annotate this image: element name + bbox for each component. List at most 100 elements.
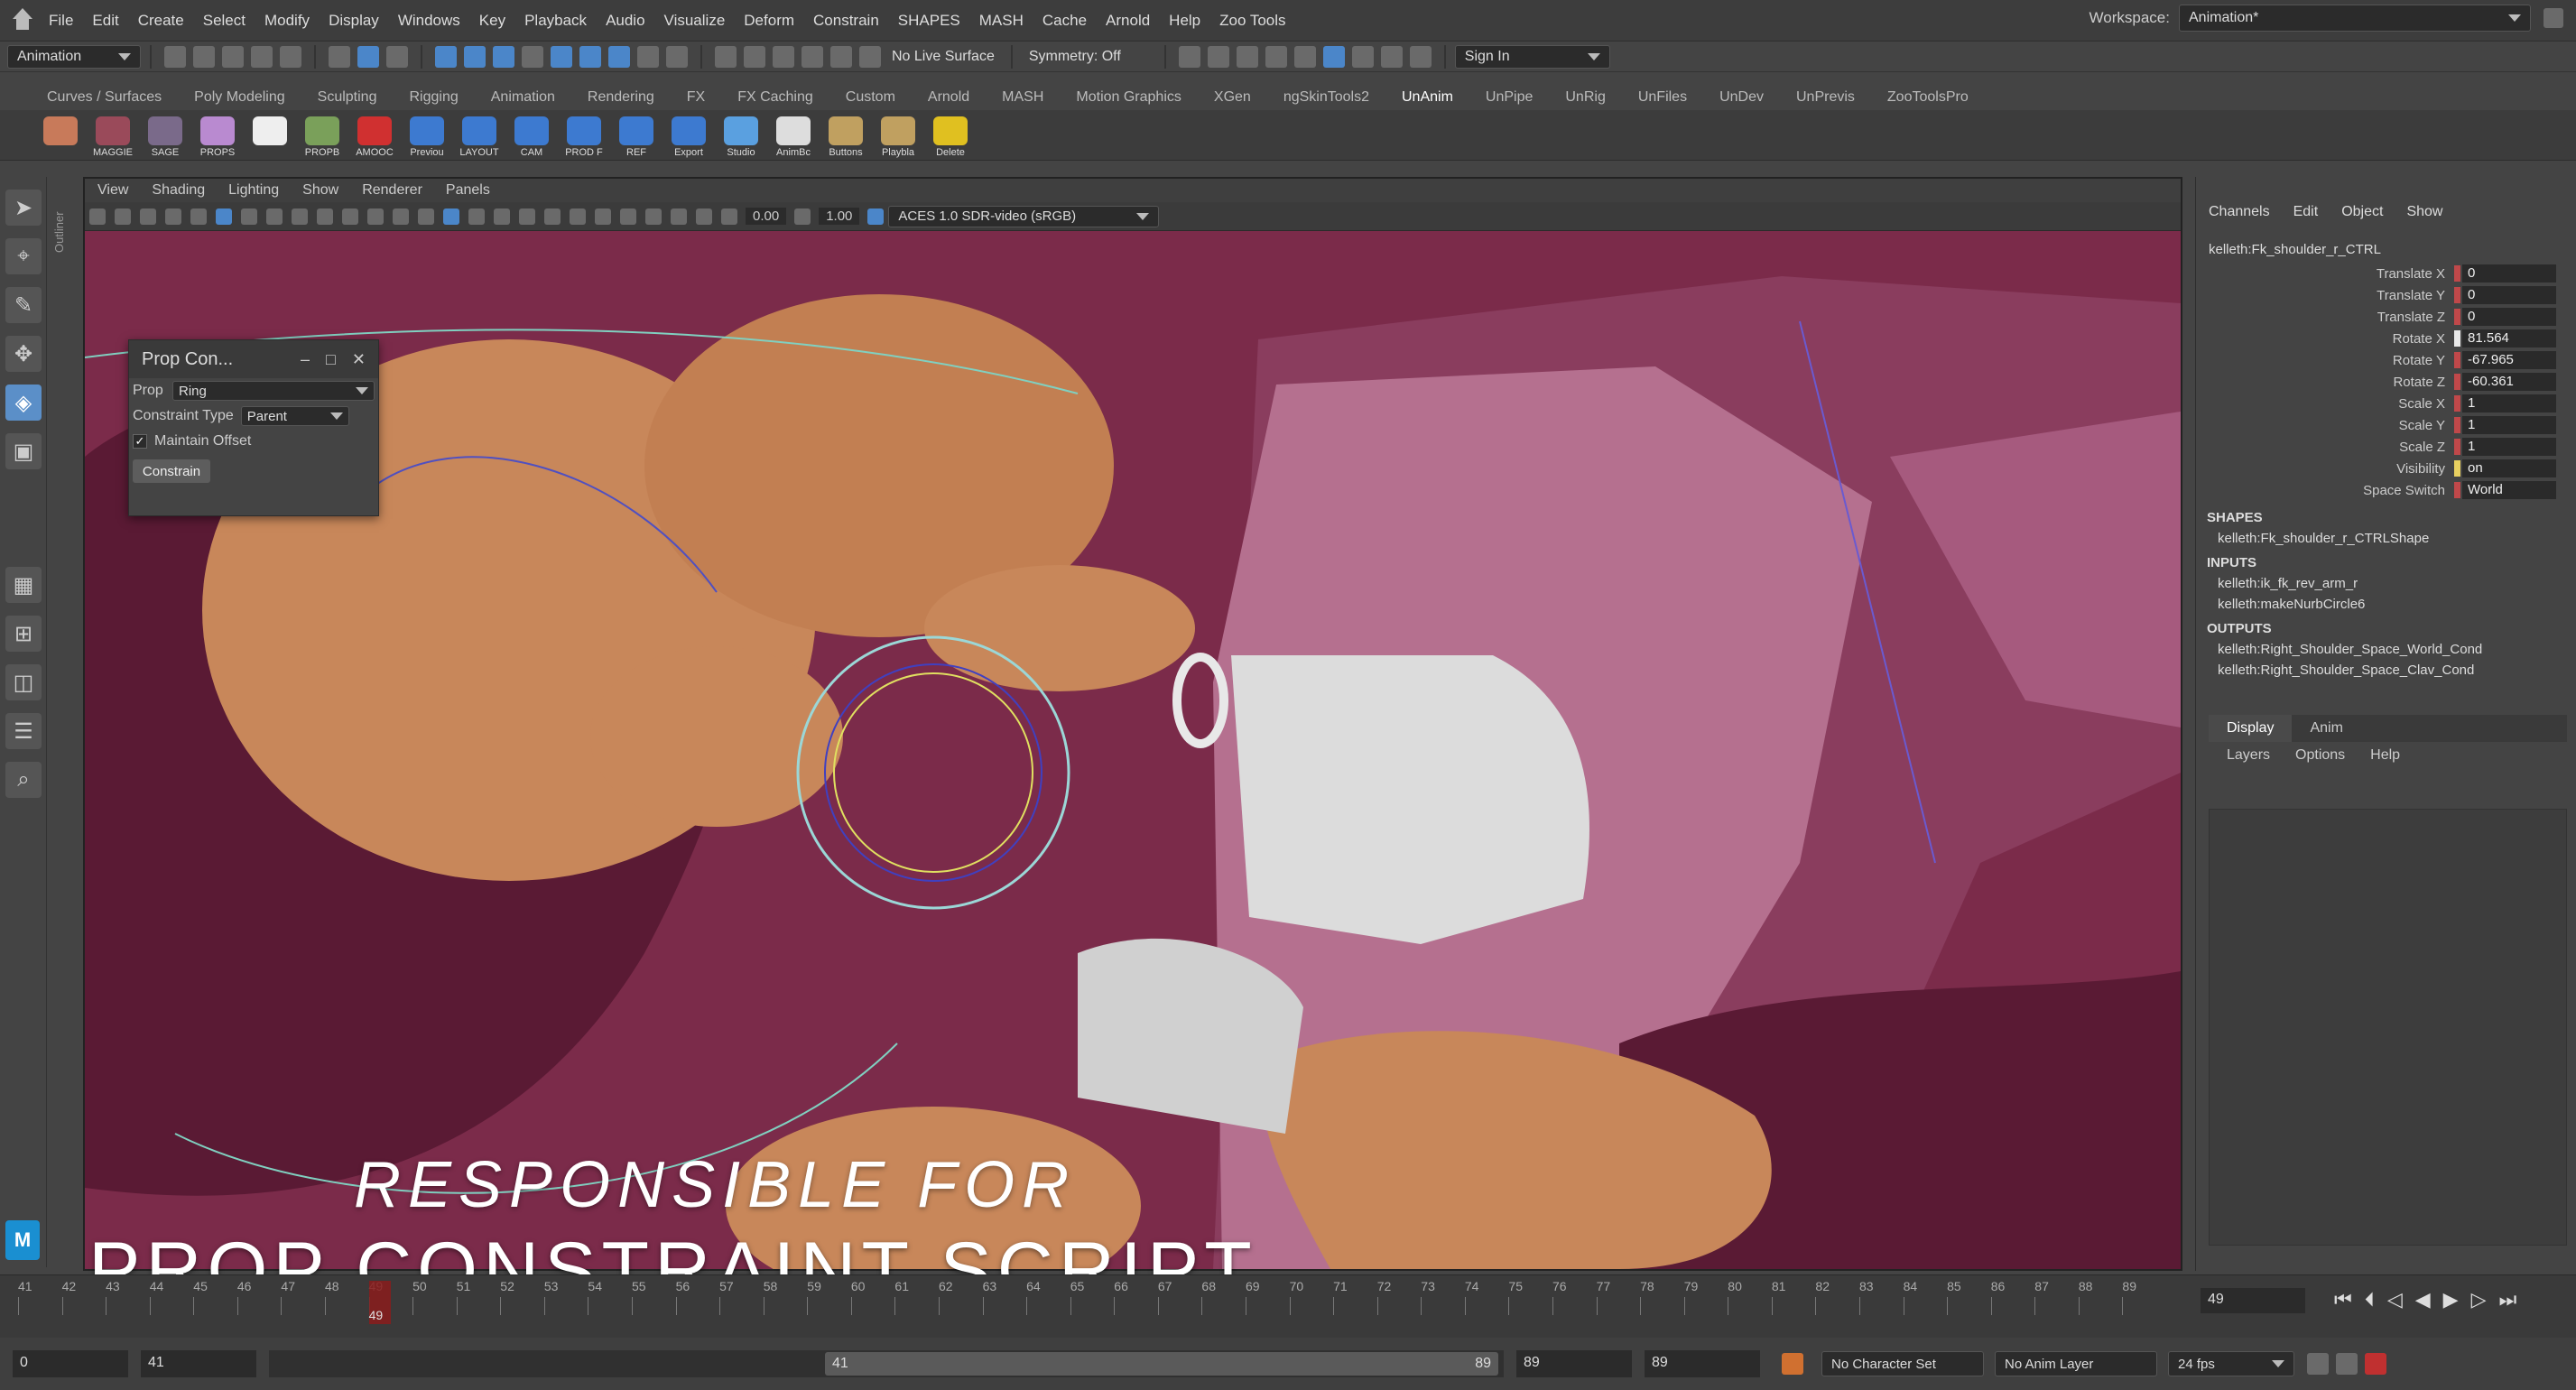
select-tool-icon[interactable]: ➤ [5,190,42,226]
shelf-button[interactable]: Playbla [874,113,922,158]
menu-item-select[interactable]: Select [203,12,246,30]
menu-item-arnold[interactable]: Arnold [1106,12,1150,30]
shelf-button[interactable] [36,113,85,158]
gate-icon[interactable] [190,208,207,225]
menu-item-shapes[interactable]: SHAPES [898,12,960,30]
xray-icon[interactable] [671,208,687,225]
layer-list[interactable] [2209,809,2567,1246]
step-back-frame-icon[interactable]: ◁ [2387,1288,2403,1311]
move-tool-icon[interactable]: ✥ [5,336,42,372]
smooth-shade-icon[interactable] [443,208,459,225]
fps-dropdown[interactable]: 24 fps [2168,1351,2294,1376]
shelf-tab-undev[interactable]: UnDev [1703,88,1780,107]
reflect-icon[interactable] [830,45,852,68]
isolate-select-icon[interactable] [645,208,662,225]
lock-icon[interactable] [637,45,659,68]
color-management-icon[interactable] [867,208,885,225]
use-lights-icon[interactable] [494,208,510,225]
menu-item-create[interactable]: Create [138,12,184,30]
wireframe-icon[interactable] [418,208,434,225]
channel-value[interactable]: 1 [2462,394,2556,412]
gamma-icon[interactable] [794,208,811,225]
shelf-button[interactable]: PROPS [193,113,242,158]
safe-action-icon[interactable] [367,208,384,225]
anim-layer-dropdown[interactable]: No Anim Layer [1995,1351,2157,1376]
shelf-tab-custom[interactable]: Custom [829,88,912,107]
outliner-tab[interactable]: Outliner [52,181,74,253]
layer-menu-help[interactable]: Help [2370,747,2400,764]
viewport-menu-shading[interactable]: Shading [152,182,205,199]
open-scene-icon[interactable] [193,45,215,68]
channel-box-menu-edit[interactable]: Edit [2293,204,2319,235]
lasso-icon[interactable] [715,45,737,68]
channel-row[interactable]: Rotate Z -60.361 [2196,371,2576,393]
paint-tool-icon[interactable]: ✎ [5,287,42,323]
single-pane-layout-icon[interactable]: ▦ [5,567,42,603]
channel-value[interactable]: 1 [2462,416,2556,434]
shelf-tab-unpipe[interactable]: UnPipe [1469,88,1549,107]
viewport-menu-view[interactable]: View [97,182,128,199]
menu-item-visualize[interactable]: Visualize [664,12,726,30]
shelf-options-icon[interactable] [0,113,36,158]
shelf-button[interactable]: PROPB [298,113,347,158]
menu-item-deform[interactable]: Deform [744,12,794,30]
symmetry-setting[interactable]: Symmetry: Off [1029,49,1121,65]
channel-row[interactable]: Visibility on [2196,458,2576,479]
constrain-button[interactable]: Constrain [133,459,210,483]
shelf-tab-arnold[interactable]: Arnold [912,88,986,107]
four-pane-layout-icon[interactable]: ⊞ [5,616,42,652]
film-gate-icon[interactable] [266,208,283,225]
channel-box-menu-object[interactable]: Object [2341,204,2383,235]
channel-row[interactable]: Translate X 0 [2196,263,2576,284]
shelf-button[interactable]: AMOOC [350,113,399,158]
image-plane-icon[interactable] [165,208,181,225]
character-set-dropdown[interactable]: No Character Set [1821,1351,1984,1376]
go-to-start-icon[interactable]: ⏮ [2334,1288,2352,1311]
menu-item-audio[interactable]: Audio [606,12,644,30]
menu-item-mash[interactable]: MASH [979,12,1024,30]
shelf-button[interactable]: Delete [926,113,975,158]
ipr-icon[interactable] [1236,45,1258,68]
history-icon[interactable] [666,45,688,68]
shelf-button[interactable]: CAM [507,113,556,158]
channel-value[interactable]: 0 [2462,264,2556,283]
playback-start-field[interactable]: 41 [141,1350,256,1377]
render-settings-icon[interactable] [1207,45,1229,68]
shelf-tab-unprevis[interactable]: UnPrevis [1780,88,1871,107]
node-item[interactable]: kelleth:ik_fk_rev_arm_r [2196,570,2576,591]
time-slider[interactable]: 41 42 43 44 45 46 47 48 49 50 51 52 53 54 55 56 57 58 59 60… [0,1274,2576,1338]
viewport-menu-lighting[interactable]: Lighting [228,182,279,199]
paint-select-icon[interactable] [744,45,765,68]
snap-vertex-icon[interactable] [579,45,601,68]
close-icon[interactable]: ✕ [352,350,366,369]
hypershade-icon[interactable] [1293,45,1316,68]
snap-grid-icon[interactable] [435,45,457,68]
sign-in-button[interactable]: Sign In [1454,44,1610,69]
arnold-icon[interactable] [1322,45,1345,68]
step-back-key-icon[interactable]: ⏴ [2365,1288,2375,1311]
outliner-layout-icon[interactable]: ☰ [5,713,42,749]
field-chart-icon[interactable] [342,208,358,225]
animation-end-field[interactable]: 89 [1645,1350,1760,1377]
snap-point-icon[interactable] [493,45,514,68]
channel-value[interactable]: on [2462,459,2556,477]
magnet-icon[interactable] [773,45,794,68]
animation-start-field[interactable]: 0 [13,1350,128,1377]
shelf-button[interactable] [246,113,294,158]
layer-tab-anim[interactable]: Anim [2292,715,2360,742]
shelf-button[interactable]: Studio [717,113,765,158]
shelf-tab-unfiles[interactable]: UnFiles [1622,88,1703,107]
snap-curve-icon[interactable] [464,45,486,68]
shelf-tab-rigging[interactable]: Rigging [393,88,474,107]
safe-title-icon[interactable] [393,208,409,225]
auto-key-icon[interactable] [1782,1353,1803,1375]
shelf-button[interactable]: LAYOUT [455,113,504,158]
antialias-icon[interactable] [595,208,611,225]
channel-row[interactable]: Scale Y 1 [2196,414,2576,436]
camera-icon[interactable] [89,208,106,225]
channel-row[interactable]: Scale Z 1 [2196,436,2576,458]
constraint-type-dropdown[interactable]: Parent [240,406,349,426]
exposure-icon[interactable] [721,208,737,225]
play-backward-icon[interactable]: ◀ [2415,1288,2431,1311]
viewport-menu-panels[interactable]: Panels [446,182,490,199]
